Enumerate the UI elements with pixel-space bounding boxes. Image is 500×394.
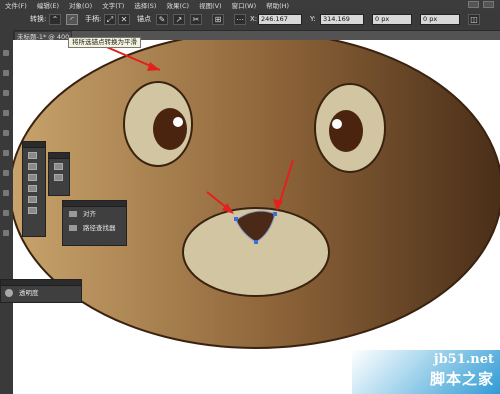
site-watermark: jb51.net 脚本之家 [352, 350, 500, 394]
x-field[interactable]: 246.167 [258, 14, 302, 25]
isolate-button[interactable]: ⊞ [212, 14, 224, 25]
align-pathfinder-panel: 对齐 路径查找器 [62, 200, 127, 246]
convert-to-corner-button[interactable]: ⌃ [49, 14, 61, 25]
symbols-icon[interactable] [28, 174, 37, 181]
selection-tool-icon[interactable] [3, 50, 9, 56]
graphic-styles-icon[interactable] [28, 207, 37, 214]
star-icon[interactable] [28, 196, 37, 203]
watermark-site: jb51.net [433, 352, 494, 367]
convert-label: 转换: [30, 15, 47, 23]
align-anchor-button[interactable]: ⋯ [234, 14, 246, 25]
panel-item-transparency[interactable]: 透明度 [1, 286, 81, 300]
width-field[interactable]: 0 px [372, 14, 412, 25]
control-bar: 转换: ⌃ ◜ 手柄: ⤢ ✕ 锚点 ✎ ↗ ✂ ⊞ ⋯ X: 246.167 … [0, 9, 500, 31]
scale-tool-icon[interactable] [3, 170, 9, 176]
shape-tool-icon[interactable] [3, 110, 9, 116]
anchor-point [254, 240, 258, 244]
remove-anchor-button[interactable]: ✎ [156, 14, 168, 25]
show-handles-button[interactable]: ⤢ [104, 14, 116, 25]
panel-item-align[interactable]: 对齐 [63, 207, 126, 221]
swatches-icon[interactable] [28, 152, 37, 159]
gradient-icon[interactable] [54, 163, 63, 170]
handle-icon: ⤢ [106, 15, 114, 24]
tools-panel [0, 30, 14, 394]
anchor-point [273, 212, 277, 216]
pen-tool-icon[interactable] [3, 70, 9, 76]
tools-float-panel [22, 141, 46, 237]
layers-icon[interactable] [54, 174, 63, 181]
appearance-float-panel [48, 152, 70, 196]
panel-header[interactable] [23, 142, 45, 148]
brushes-icon[interactable] [28, 163, 37, 170]
smooth-anchor-icon: ◜ [70, 15, 74, 24]
gradient-tool-icon[interactable] [3, 190, 9, 196]
transparency-icon [5, 289, 13, 297]
tooltip: 将所选锚点转换为平滑 [68, 37, 141, 48]
anchors-label: 锚点 [137, 15, 151, 23]
arrange-icon[interactable] [483, 1, 494, 8]
left-eye-highlight [173, 117, 183, 127]
handles-label: 手柄: [85, 15, 102, 23]
cut-path-button[interactable]: ✂ [190, 14, 202, 25]
panel-header[interactable] [49, 153, 69, 159]
right-eye-highlight [332, 119, 342, 129]
y-field[interactable]: 314.169 [320, 14, 364, 25]
handle-hide-icon: ✕ [120, 15, 128, 24]
stroke-icon[interactable] [28, 185, 37, 192]
pathfinder-icon [69, 225, 77, 231]
height-field[interactable]: 0 px [420, 14, 460, 25]
connect-icon: ↗ [175, 15, 183, 24]
pen-icon: ✎ [158, 15, 166, 24]
type-tool-icon[interactable] [3, 90, 9, 96]
zoom-tool-icon[interactable] [3, 230, 9, 236]
corner-anchor-icon: ⌃ [51, 15, 59, 24]
left-pupil [153, 108, 187, 150]
workspace-icon[interactable] [468, 1, 479, 8]
y-label: Y: [310, 15, 316, 23]
align-icon: ⋯ [236, 15, 244, 24]
anchor-point [234, 217, 238, 221]
watermark-name: 脚本之家 [429, 370, 494, 388]
align-panel-icon [69, 211, 77, 217]
brush-tool-icon[interactable] [3, 130, 9, 136]
transform-icon: ◫ [470, 15, 478, 24]
panel-item-pathfinder[interactable]: 路径查找器 [63, 221, 126, 235]
workspace-switcher[interactable] [468, 1, 500, 8]
x-label: X: [250, 15, 258, 23]
transparency-panel: 透明度 [0, 279, 82, 303]
grid-icon: ⊞ [214, 15, 222, 24]
menu-bar: 文件(F) 编辑(E) 对象(O) 文字(T) 选择(S) 效果(C) 视图(V… [0, 0, 500, 10]
eyedropper-tool-icon[interactable] [3, 210, 9, 216]
rotate-tool-icon[interactable] [3, 150, 9, 156]
hide-handles-button[interactable]: ✕ [118, 14, 130, 25]
right-pupil [329, 110, 363, 152]
face-shape [13, 40, 500, 349]
connect-anchors-button[interactable]: ↗ [173, 14, 185, 25]
convert-to-smooth-button[interactable]: ◜ [66, 14, 78, 25]
transform-button[interactable]: ◫ [468, 14, 480, 25]
scissors-icon: ✂ [192, 15, 200, 24]
